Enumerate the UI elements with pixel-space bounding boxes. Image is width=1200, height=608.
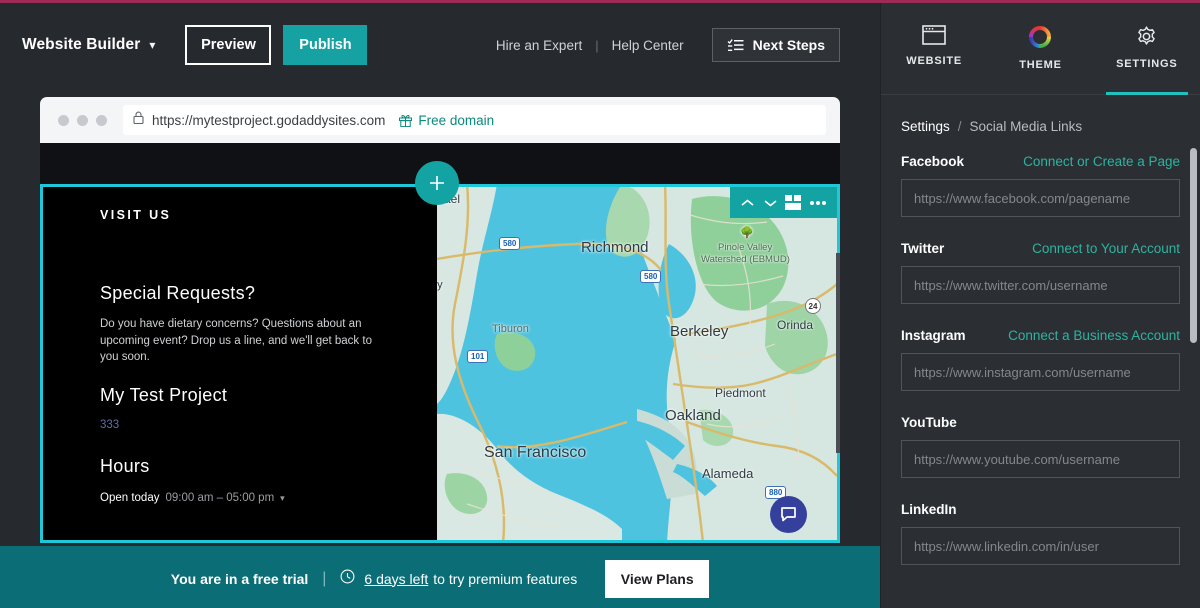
sidebar-tabs: WEBSITE THEME SETTINGS <box>881 3 1200 95</box>
field-label-youtube: YouTube <box>901 414 957 430</box>
app-root: Website Builder ▾ Preview Publish Hire a… <box>0 0 1200 608</box>
sidebar-scrollbar[interactable] <box>1190 148 1197 343</box>
top-divider: | <box>595 37 599 53</box>
lock-icon <box>133 111 152 129</box>
url-text: https://mytestproject.godaddysites.com <box>152 112 386 128</box>
layout-grid-button[interactable] <box>785 195 802 210</box>
days-left-link[interactable]: 6 days left <box>364 571 428 587</box>
facebook-url-input[interactable] <box>901 179 1180 217</box>
plus-icon <box>430 176 444 190</box>
tab-settings-label: SETTINGS <box>1116 58 1178 70</box>
field-youtube: YouTube <box>901 413 1180 478</box>
breadcrumb-settings-link[interactable]: Settings <box>901 119 950 134</box>
help-center-link[interactable]: Help Center <box>612 38 684 53</box>
free-domain-link[interactable]: Free domain <box>399 113 494 128</box>
special-requests-body: Do you have dietary concerns? Questions … <box>100 318 372 363</box>
field-header: Facebook Connect or Create a Page <box>901 152 1180 170</box>
brand-menu[interactable]: Website Builder ▾ <box>22 36 155 54</box>
free-trial-banner: You are in a free trial | 6 days left to… <box>0 546 880 608</box>
hours-value: 09:00 am – 05:00 pm <box>165 492 275 504</box>
breadcrumb: Settings / Social Media Links <box>881 95 1200 134</box>
tab-theme[interactable]: THEME <box>987 3 1093 95</box>
field-header: Instagram Connect a Business Account <box>901 326 1180 344</box>
url-bar[interactable]: https://mytestproject.godaddysites.com F… <box>123 105 826 135</box>
chat-bubble-button[interactable] <box>770 496 807 533</box>
checklist-icon <box>727 38 744 52</box>
window-dot <box>77 114 88 126</box>
main-area: Website Builder ▾ Preview Publish Hire a… <box>0 3 880 608</box>
browser-window-icon <box>922 25 946 45</box>
field-label-facebook: Facebook <box>901 153 965 169</box>
tab-website-label: WEBSITE <box>906 55 963 67</box>
facebook-connect-link[interactable]: Connect or Create a Page <box>1023 154 1180 169</box>
gift-icon <box>399 114 413 127</box>
site-canvas[interactable]: Richmond Berkeley Oakland San Francisco … <box>40 143 840 543</box>
map-widget[interactable]: Richmond Berkeley Oakland San Francisco … <box>437 184 837 543</box>
field-label-instagram: Instagram <box>901 327 966 343</box>
breadcrumb-current: Social Media Links <box>969 119 1083 134</box>
window-dot <box>58 114 69 126</box>
move-section-down-button[interactable] <box>763 198 778 208</box>
field-header: LinkedIn <box>901 500 1180 518</box>
section-more-button[interactable] <box>809 200 827 206</box>
top-right-group: Hire an Expert | Help Center Next Steps <box>496 28 840 62</box>
chevron-down-icon[interactable]: ▾ <box>280 493 285 504</box>
free-domain-label: Free domain <box>418 112 495 128</box>
project-title: My Test Project <box>100 385 228 405</box>
map-graphic <box>437 184 837 543</box>
chevron-down-icon: ▾ <box>149 38 156 52</box>
trial-bold-text: You are in a free trial <box>170 570 309 587</box>
color-wheel-icon <box>1029 26 1052 48</box>
move-section-up-button[interactable] <box>740 198 755 208</box>
hours-open-label: Open today <box>100 492 160 504</box>
twitter-url-input[interactable] <box>901 266 1180 304</box>
special-requests-heading: Special Requests? <box>100 283 256 303</box>
section-toolbar <box>730 187 837 218</box>
hours-heading: Hours <box>100 456 150 476</box>
layout-grid-icon <box>785 195 802 210</box>
tab-theme-label: THEME <box>1019 59 1062 71</box>
preview-button[interactable]: Preview <box>185 25 272 65</box>
view-plans-button[interactable]: View Plans <box>605 559 710 598</box>
tab-settings[interactable]: SETTINGS <box>1094 3 1200 95</box>
next-steps-button[interactable]: Next Steps <box>711 28 840 62</box>
publish-button[interactable]: Publish <box>283 25 368 65</box>
hours-row[interactable]: Open today 09:00 am – 05:00 pm ▾ <box>100 492 285 504</box>
top-toolbar: Website Builder ▾ Preview Publish Hire a… <box>0 3 880 87</box>
instagram-connect-link[interactable]: Connect a Business Account <box>1008 328 1180 343</box>
field-linkedin: LinkedIn <box>901 500 1180 565</box>
tab-website[interactable]: WEBSITE <box>881 3 987 95</box>
field-header: Twitter Connect to Your Account <box>901 239 1180 257</box>
gear-icon <box>1138 26 1156 45</box>
window-dot <box>96 114 107 126</box>
field-facebook: Facebook Connect or Create a Page <box>901 152 1180 217</box>
add-section-button[interactable] <box>415 161 459 205</box>
field-header: YouTube <box>901 413 1180 431</box>
chat-bubble-icon <box>781 507 796 522</box>
trial-rest-text: to try premium features <box>433 570 578 587</box>
field-label-linkedin: LinkedIn <box>901 501 957 517</box>
field-label-twitter: Twitter <box>901 240 945 256</box>
field-instagram: Instagram Connect a Business Account <box>901 326 1180 391</box>
hire-an-expert-link[interactable]: Hire an Expert <box>496 38 582 53</box>
social-media-fields: Facebook Connect or Create a Page Twitte… <box>881 134 1200 565</box>
clock-icon <box>340 569 364 589</box>
section-eyebrow: VISIT US <box>100 208 172 222</box>
linkedin-url-input[interactable] <box>901 527 1180 565</box>
trial-separator: | <box>322 569 327 587</box>
window-dots <box>58 114 107 126</box>
breadcrumb-separator: / <box>957 119 962 134</box>
ellipsis-icon <box>810 200 827 205</box>
youtube-url-input[interactable] <box>901 440 1180 478</box>
settings-sidebar: WEBSITE THEME SETTINGS Settings / Social… <box>880 3 1200 608</box>
twitter-connect-link[interactable]: Connect to Your Account <box>1032 241 1180 256</box>
canvas-scrollbar[interactable] <box>836 253 840 453</box>
field-twitter: Twitter Connect to Your Account <box>901 239 1180 304</box>
project-subtext[interactable]: 333 <box>100 419 119 431</box>
brand-label: Website Builder <box>22 36 141 53</box>
browser-chrome: https://mytestproject.godaddysites.com F… <box>40 97 840 143</box>
instagram-url-input[interactable] <box>901 353 1180 391</box>
next-steps-label: Next Steps <box>752 37 825 53</box>
